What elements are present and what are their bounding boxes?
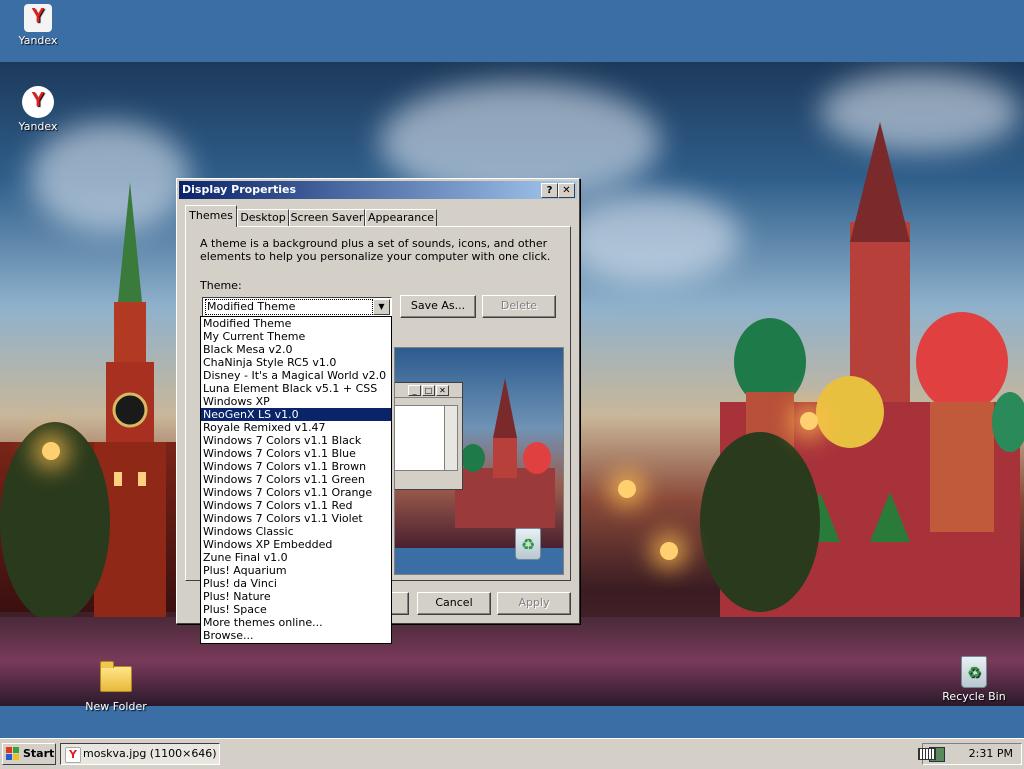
theme-option[interactable]: Plus! Nature [201, 590, 391, 603]
recycle-bin-icon: ♻ [515, 528, 541, 560]
theme-combobox-value: Modified Theme [205, 299, 373, 315]
help-icon: ? [546, 185, 553, 196]
preview-cathedral-image [455, 378, 555, 528]
theme-option[interactable]: Disney - It's a Magical World v2.0 [201, 369, 391, 382]
theme-option[interactable]: Windows Classic [201, 525, 391, 538]
yandex-app-icon: Y [22, 4, 54, 32]
theme-option[interactable]: Luna Element Black v5.1 + CSS [201, 382, 391, 395]
theme-option[interactable]: Windows XP [201, 395, 391, 408]
tab-label: Appearance [367, 211, 435, 224]
desktop-icon-label: New Folder [85, 700, 147, 713]
desktop-icon-recycle-bin[interactable]: ♻ Recycle Bin [934, 656, 1014, 703]
desktop-icon-label: Yandex [18, 34, 58, 47]
theme-option[interactable]: Plus! Space [201, 603, 391, 616]
theme-option[interactable]: Windows 7 Colors v1.1 Blue [201, 447, 391, 460]
save-as-button[interactable]: Save As... [400, 295, 476, 318]
system-tray: 2:31 PM [922, 743, 1022, 765]
taskbar: Start Y moskva.jpg (1100×646) ... 2:31 P… [0, 738, 1024, 769]
tab-label: Desktop [240, 211, 286, 224]
tab-desktop[interactable]: Desktop [237, 209, 289, 227]
help-button[interactable]: ? [541, 183, 558, 198]
desktop-icon-new-folder[interactable]: New Folder [76, 660, 156, 713]
recycle-bin-icon: ♻ [958, 656, 990, 688]
theme-option[interactable]: Browse... [201, 629, 391, 642]
tab-label: Themes [189, 209, 233, 222]
theme-label: Theme: [200, 279, 242, 292]
theme-option[interactable]: Windows 7 Colors v1.1 Violet [201, 512, 391, 525]
dialog-title: Display Properties [182, 183, 297, 196]
desktop-icon-label: Recycle Bin [942, 690, 1006, 703]
theme-option[interactable]: Royale Remixed v1.47 [201, 421, 391, 434]
theme-option[interactable]: Plus! da Vinci [201, 577, 391, 590]
theme-option[interactable]: Zune Final v1.0 [201, 551, 391, 564]
close-button[interactable]: ✕ [558, 183, 575, 198]
theme-option[interactable]: Windows 7 Colors v1.1 Green [201, 473, 391, 486]
clock[interactable]: 2:31 PM [969, 744, 1013, 764]
theme-option[interactable]: My Current Theme [201, 330, 391, 343]
taskbar-item-label: moskva.jpg (1100×646) ... [83, 747, 220, 760]
theme-option[interactable]: Black Mesa v2.0 [201, 343, 391, 356]
cancel-button[interactable]: Cancel [417, 592, 491, 615]
theme-option[interactable]: Plus! Aquarium [201, 564, 391, 577]
theme-option[interactable]: Windows 7 Colors v1.1 Orange [201, 486, 391, 499]
desktop-icon-yandex[interactable]: Y Yandex [0, 86, 78, 133]
folder-icon [100, 661, 132, 698]
chevron-down-icon[interactable]: ▼ [373, 299, 390, 315]
taskbar-item-moskva[interactable]: Y moskva.jpg (1100×646) ... [60, 743, 220, 765]
tab-themes[interactable]: Themes [185, 205, 237, 227]
theme-combobox[interactable]: Modified Theme ▼ [202, 297, 392, 317]
ok-button-partial[interactable] [390, 592, 409, 615]
theme-option[interactable]: Windows 7 Colors v1.1 Black [201, 434, 391, 447]
theme-option[interactable]: ChaNinja Style RC5 v1.0 [201, 356, 391, 369]
theme-option[interactable]: Modified Theme [201, 317, 391, 330]
start-label: Start [23, 747, 55, 760]
desktop-top-band [0, 0, 1024, 62]
windows-flag-icon [6, 747, 19, 760]
theme-preview: _ □ ✕ ♻ [394, 347, 564, 575]
theme-option[interactable]: NeoGenX LS v1.0 [201, 408, 391, 421]
desktop-icon-label: Yandex [18, 120, 58, 133]
theme-dropdown-list: Modified Theme My Current Theme Black Mesa… [200, 316, 392, 644]
theme-description: A theme is a background plus a set of so… [200, 237, 551, 263]
theme-option[interactable]: Windows 7 Colors v1.1 Brown [201, 460, 391, 473]
dialog-titlebar[interactable]: Display Properties ? ✕ [179, 181, 577, 199]
keyboard-icon[interactable] [918, 748, 936, 760]
yandex-app-icon: Y [22, 86, 54, 118]
tab-appearance[interactable]: Appearance [365, 209, 437, 227]
theme-option[interactable]: Windows XP Embedded [201, 538, 391, 551]
desktop-icon-yandex-top[interactable]: Y Yandex [0, 4, 78, 47]
apply-button[interactable]: Apply [497, 592, 571, 615]
preview-window: _ □ ✕ [395, 382, 463, 490]
theme-option[interactable]: Windows 7 Colors v1.1 Red [201, 499, 391, 512]
theme-option[interactable]: More themes online... [201, 616, 391, 629]
yandex-browser-icon: Y [65, 747, 81, 763]
close-icon: ✕ [562, 185, 571, 196]
start-button[interactable]: Start [2, 743, 56, 765]
tab-label: Screen Saver [290, 211, 364, 224]
delete-button[interactable]: Delete [482, 295, 556, 318]
tab-screen-saver[interactable]: Screen Saver [289, 209, 365, 227]
